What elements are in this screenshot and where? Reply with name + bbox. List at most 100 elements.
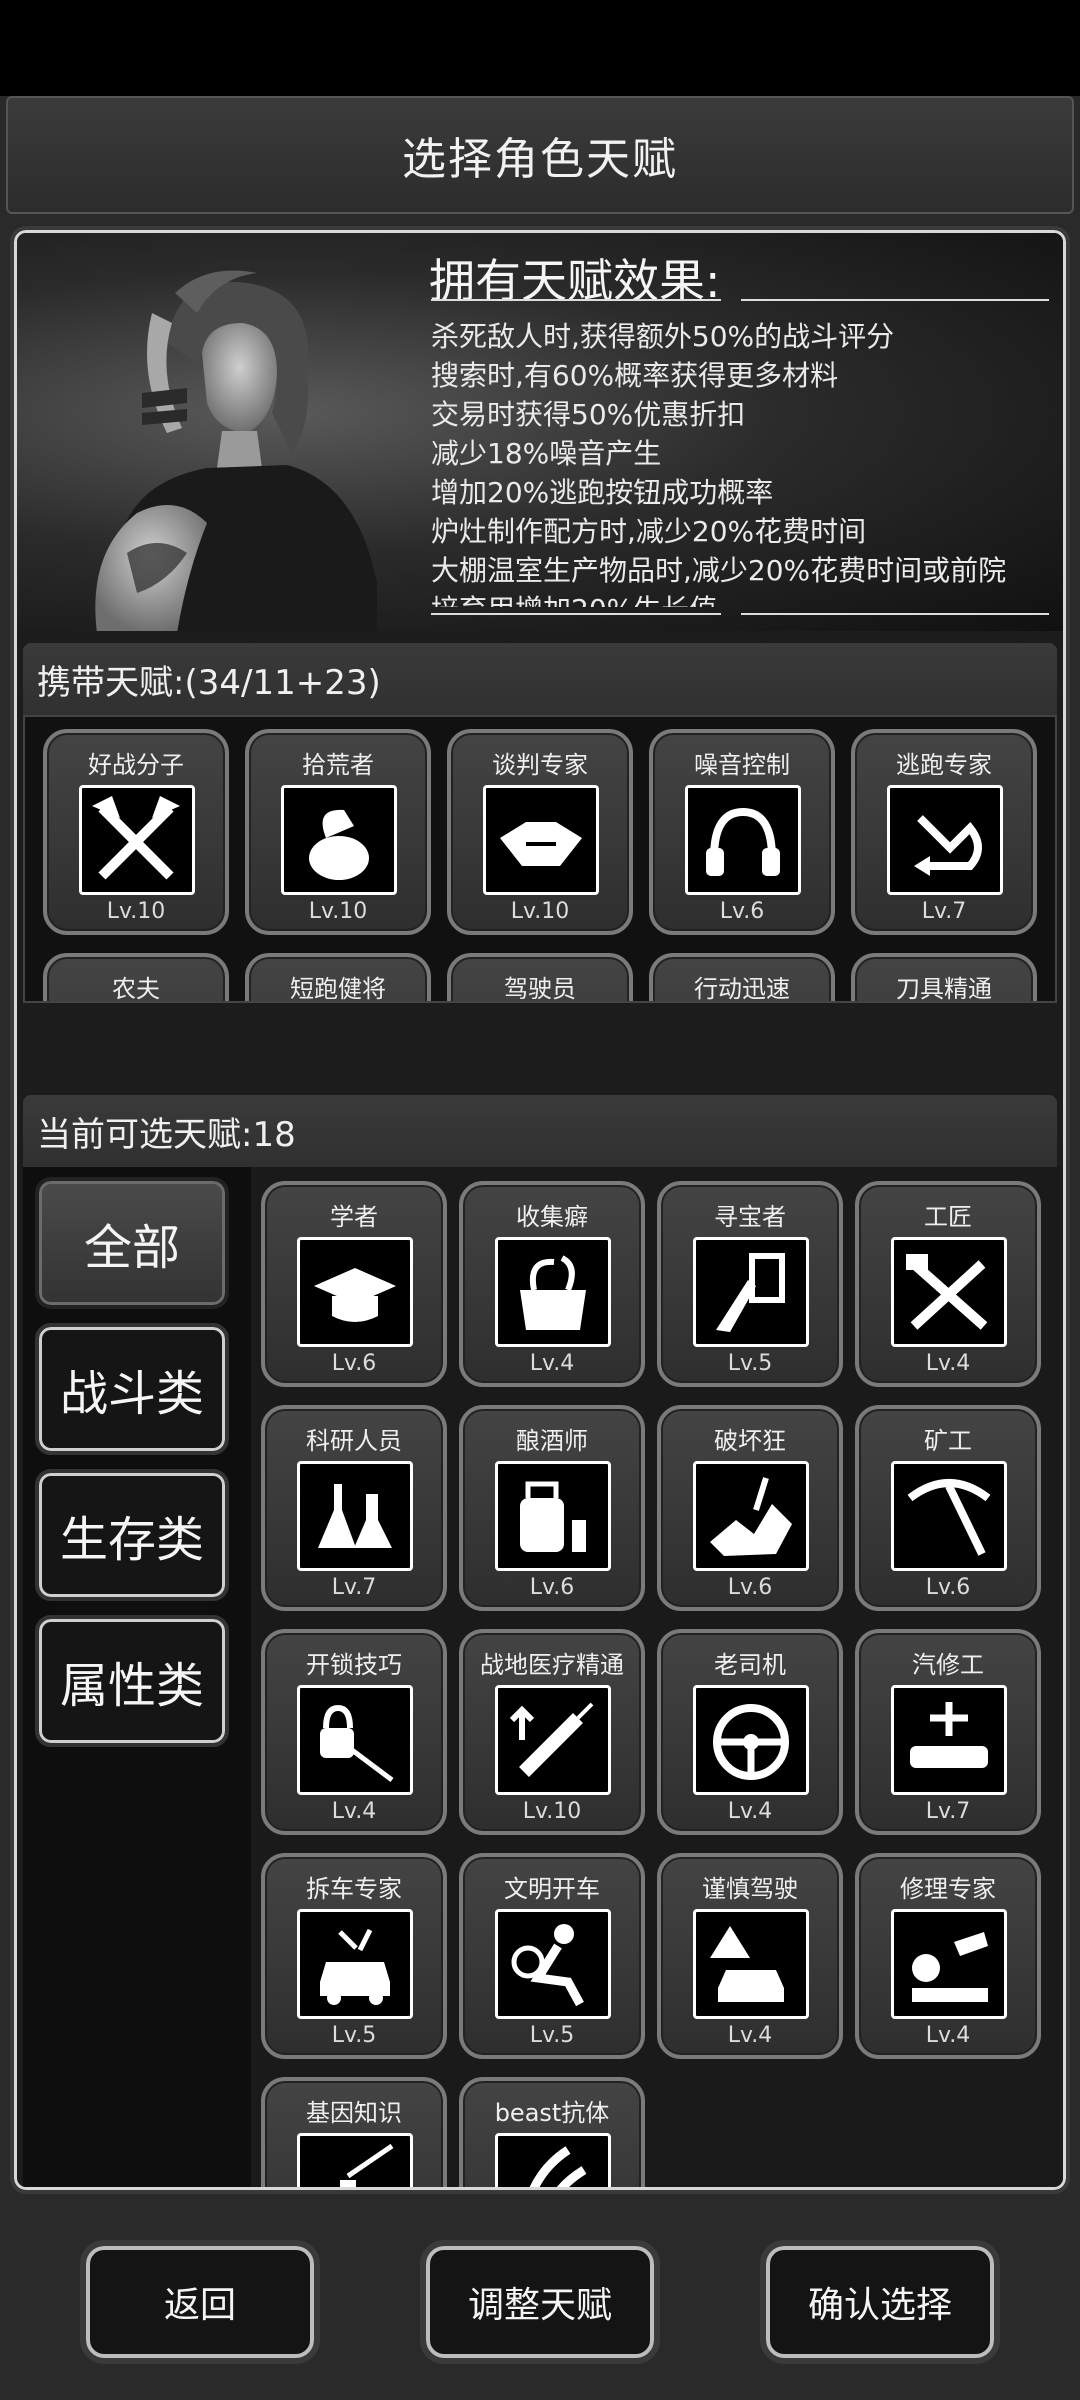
syringe-icon <box>495 1685 611 1795</box>
talent-level: Lv.4 <box>925 1351 971 1376</box>
tab-all[interactable]: 全部 <box>35 1177 229 1309</box>
talent-name: 工匠 <box>924 1203 972 1231</box>
talent-card[interactable]: 科研人员 Lv.7 <box>261 1405 447 1611</box>
talent-name: 逃跑专家 <box>896 751 992 779</box>
talent-name: 战地医疗精通 <box>480 1651 624 1679</box>
divider <box>431 613 721 615</box>
handshake-icon <box>483 785 599 895</box>
lockpick-icon <box>297 1685 413 1795</box>
talent-card[interactable]: 文明开车 Lv.5 <box>459 1853 645 2059</box>
talent-card[interactable]: 农夫 <box>43 953 229 1001</box>
warning-car-icon <box>693 1909 809 2019</box>
talent-card[interactable]: 学者 Lv.6 <box>261 1181 447 1387</box>
back-button[interactable]: 返回 <box>80 2240 320 2364</box>
talent-level: Lv.4 <box>727 1799 773 1824</box>
talent-card[interactable]: 噪音控制 Lv.6 <box>649 729 835 935</box>
status-bar <box>0 0 1080 96</box>
talent-card[interactable]: 行动迅速 <box>649 953 835 1001</box>
talent-name: 学者 <box>330 1203 378 1231</box>
talent-card[interactable]: 拾荒者 Lv.10 <box>245 729 431 935</box>
talent-name: 开锁技巧 <box>306 1651 402 1679</box>
talent-card[interactable]: 老司机 Lv.4 <box>657 1629 843 1835</box>
header: 选择角色天赋 <box>6 96 1074 214</box>
effect-line: 炉灶制作配方时,减少20%花费时间 <box>431 515 867 548</box>
collection-box-icon <box>495 1237 611 1347</box>
talent-card[interactable]: 短跑健将 <box>245 953 431 1001</box>
tools-icon <box>891 1237 1007 1347</box>
talent-screen: 选择角色天赋 拥有天赋效果: 杀死敌人时,获得额外50%的战斗评分 搜索时,有6… <box>0 96 1080 2400</box>
loot-bag-icon <box>281 785 397 895</box>
talent-name: 文明开车 <box>504 1875 600 1903</box>
talent-level: Lv.5 <box>529 2023 575 2048</box>
talent-card[interactable]: 开锁技巧 Lv.4 <box>261 1629 447 1835</box>
treasure-door-icon <box>693 1237 809 1347</box>
talent-name: 驾驶员 <box>504 975 576 1003</box>
carried-header: 携带天赋:(34/11+23) <box>23 643 1057 715</box>
talent-card[interactable]: beast抗体 <box>459 2077 645 2187</box>
talent-level: Lv.4 <box>331 1799 377 1824</box>
carried-label: 携带天赋:(34/11+23) <box>37 662 381 703</box>
talent-name: 谨慎驾驶 <box>702 1875 798 1903</box>
talent-card[interactable]: 修理专家 Lv.4 <box>855 1853 1041 2059</box>
talent-name: 矿工 <box>924 1427 972 1455</box>
confirm-button[interactable]: 确认选择 <box>760 2240 1000 2364</box>
divider <box>741 613 1049 615</box>
pickaxe-icon <box>891 1461 1007 1571</box>
talent-card[interactable]: 好战分子 Lv.10 <box>43 729 229 935</box>
talent-card[interactable]: 破坏狂 Lv.6 <box>657 1405 843 1611</box>
effect-line: 搜索时,有60%概率获得更多材料 <box>431 359 839 392</box>
carried-talent-grid[interactable]: 好战分子 Lv.10 拾荒者 Lv.10 谈判专家 Lv.10 噪音控制 Lv.6 逃跑专家 Lv… <box>23 715 1057 1003</box>
repair-hammer-icon <box>891 1909 1007 2019</box>
talent-card[interactable]: 谨慎驾驶 Lv.4 <box>657 1853 843 2059</box>
talent-level: Lv.10 <box>308 899 368 924</box>
talent-card[interactable]: 基因知识 <box>261 2077 447 2187</box>
talent-card[interactable]: 酿酒师 Lv.6 <box>459 1405 645 1611</box>
talent-card[interactable]: 收集癖 Lv.4 <box>459 1181 645 1387</box>
available-label: 当前可选天赋:18 <box>37 1114 296 1155</box>
crossed-axes-icon <box>79 785 195 895</box>
talent-card[interactable]: 汽修工 Lv.7 <box>855 1629 1041 1835</box>
talent-card[interactable]: 谈判专家 Lv.10 <box>447 729 633 935</box>
effect-line: 交易时获得50%优惠折扣 <box>431 398 746 431</box>
talent-level: Lv.6 <box>727 1575 773 1600</box>
talent-level: Lv.7 <box>921 899 967 924</box>
available-talent-grid[interactable]: 学者 Lv.6 收集癖 Lv.4 寻宝者 Lv.5 工匠 Lv.4 科研人员 Lv.7 酿酒师 Lv.… <box>251 1167 1063 2187</box>
effects-list[interactable]: 杀死敌人时,获得额外50%的战斗评分 搜索时,有60%概率获得更多材料 交易时获… <box>431 317 1061 607</box>
car-dismantle-icon <box>297 1909 413 2019</box>
effect-line: 减少18%噪音产生 <box>431 437 662 470</box>
tab-combat[interactable]: 战斗类 <box>35 1323 229 1455</box>
steering-wheel-icon <box>693 1685 809 1795</box>
talent-level: Lv.4 <box>727 2023 773 2048</box>
tab-attribute[interactable]: 属性类 <box>35 1615 229 1747</box>
talent-card[interactable]: 矿工 Lv.6 <box>855 1405 1041 1611</box>
talent-card[interactable]: 工匠 Lv.4 <box>855 1181 1041 1387</box>
effect-line: 增加20%逃跑按钮成功概率 <box>431 476 774 509</box>
divider <box>741 299 1049 301</box>
talent-card[interactable]: 逃跑专家 Lv.7 <box>851 729 1037 935</box>
character-portrait <box>95 270 377 631</box>
tab-survival[interactable]: 生存类 <box>35 1469 229 1601</box>
talent-name: 拆车专家 <box>306 1875 402 1903</box>
talent-card[interactable]: 刀具精通 <box>851 953 1037 1003</box>
claw-marks-icon <box>495 2133 611 2187</box>
graduation-cap-icon <box>297 1237 413 1347</box>
talent-name: 修理专家 <box>900 1875 996 1903</box>
talent-card[interactable]: 战地医疗精通 Lv.10 <box>459 1629 645 1835</box>
talent-level: Lv.6 <box>925 1575 971 1600</box>
talent-name: 科研人员 <box>306 1427 402 1455</box>
talent-name: 收集癖 <box>516 1203 588 1231</box>
talent-card[interactable]: 驾驶员 <box>447 953 633 1003</box>
talent-card[interactable]: 寻宝者 Lv.5 <box>657 1181 843 1387</box>
gene-flask-icon <box>297 2133 413 2187</box>
bottom-bar: 返回 调整天赋 确认选择 <box>0 2194 1080 2400</box>
talent-name: 拾荒者 <box>302 751 374 779</box>
talent-card[interactable]: 拆车专家 Lv.5 <box>261 1853 447 2059</box>
talent-name: 老司机 <box>714 1651 786 1679</box>
talent-level: Lv.4 <box>925 2023 971 2048</box>
talent-name: 谈判专家 <box>492 751 588 779</box>
destruction-icon <box>693 1461 809 1571</box>
adjust-talent-button[interactable]: 调整天赋 <box>420 2240 660 2364</box>
talent-level: Lv.5 <box>727 1351 773 1376</box>
page-title: 选择角色天赋 <box>402 134 678 185</box>
talent-name: 刀具精通 <box>896 975 992 1003</box>
